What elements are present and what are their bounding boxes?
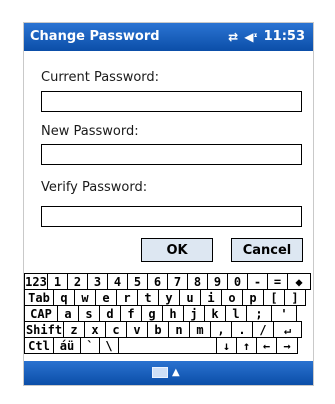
new-password-field[interactable] xyxy=(41,144,302,165)
current-password-label: Current Password: xyxy=(41,70,160,85)
key-e[interactable]: e xyxy=(95,289,117,306)
key-z[interactable]: z xyxy=(63,321,85,338)
key-9[interactable]: 9 xyxy=(207,273,228,290)
key-5[interactable]: 5 xyxy=(127,273,148,290)
key-left-bracket[interactable]: [ xyxy=(263,289,285,306)
key-enter[interactable]: ↵ xyxy=(273,321,302,338)
keyboard-row-3: CAP a s d f g h j k l ; ' xyxy=(24,305,297,322)
status-area: ⇄ ◀ᶦ 11:53 xyxy=(228,29,305,44)
connectivity-arrows-icon[interactable]: ⇄ xyxy=(228,31,238,43)
key-backslash[interactable]: \ xyxy=(99,337,119,354)
key-u[interactable]: u xyxy=(179,289,201,306)
key-g[interactable]: g xyxy=(141,305,163,322)
key-r[interactable]: r xyxy=(116,289,138,306)
on-screen-keyboard: 123 1 2 3 4 5 6 7 8 9 0 - = ◆ Tab q w e … xyxy=(24,273,312,359)
key-caps[interactable]: CAP xyxy=(24,305,58,322)
key-shift[interactable]: Shift xyxy=(24,321,64,338)
key-backtick[interactable]: ` xyxy=(80,337,100,354)
key-a[interactable]: a xyxy=(57,305,79,322)
key-left-arrow[interactable]: ← xyxy=(256,337,277,354)
key-3[interactable]: 3 xyxy=(87,273,108,290)
key-l[interactable]: l xyxy=(225,305,247,322)
speaker-icon[interactable]: ◀ᶦ xyxy=(244,31,257,43)
key-k[interactable]: k xyxy=(204,305,226,322)
verify-password-label: Verify Password: xyxy=(41,180,148,195)
verify-password-field[interactable] xyxy=(41,206,302,227)
cancel-button[interactable]: Cancel xyxy=(231,238,303,262)
key-quote[interactable]: ' xyxy=(271,305,297,322)
key-h[interactable]: h xyxy=(162,305,184,322)
key-v[interactable]: v xyxy=(126,321,148,338)
window-title: Change Password xyxy=(30,29,160,44)
key-m[interactable]: m xyxy=(189,321,211,338)
ok-button[interactable]: OK xyxy=(141,238,213,262)
key-6[interactable]: 6 xyxy=(147,273,168,290)
key-comma[interactable]: , xyxy=(210,321,232,338)
key-f[interactable]: f xyxy=(120,305,142,322)
key-n[interactable]: n xyxy=(168,321,190,338)
key-minus[interactable]: - xyxy=(247,273,268,290)
key-j[interactable]: j xyxy=(183,305,205,322)
key-q[interactable]: q xyxy=(53,289,75,306)
clock[interactable]: 11:53 xyxy=(264,29,305,44)
key-4[interactable]: 4 xyxy=(107,273,128,290)
key-i[interactable]: i xyxy=(200,289,222,306)
current-password-field[interactable] xyxy=(41,91,302,112)
keyboard-row-1: 123 1 2 3 4 5 6 7 8 9 0 - = ◆ xyxy=(24,273,311,290)
key-w[interactable]: w xyxy=(74,289,96,306)
new-password-label: New Password: xyxy=(41,124,139,139)
key-123[interactable]: 123 xyxy=(24,273,48,290)
key-right-arrow[interactable]: → xyxy=(276,337,298,354)
key-s[interactable]: s xyxy=(78,305,100,322)
key-c[interactable]: c xyxy=(105,321,127,338)
key-2[interactable]: 2 xyxy=(67,273,88,290)
key-up-arrow[interactable]: ↑ xyxy=(236,337,257,354)
key-y[interactable]: y xyxy=(158,289,180,306)
key-down-arrow[interactable]: ↓ xyxy=(216,337,237,354)
key-slash[interactable]: / xyxy=(252,321,274,338)
device-screen: Change Password ⇄ ◀ᶦ 11:53 Current Passw… xyxy=(23,22,314,386)
key-p[interactable]: p xyxy=(242,289,264,306)
key-right-bracket[interactable]: ] xyxy=(284,289,306,306)
key-d[interactable]: d xyxy=(99,305,121,322)
keyboard-row-4: Shift z x c v b n m , . / ↵ xyxy=(24,321,302,338)
input-menu-arrow-icon[interactable]: ▲ xyxy=(172,367,180,378)
key-b[interactable]: b xyxy=(147,321,169,338)
key-0[interactable]: 0 xyxy=(227,273,248,290)
keyboard-icon[interactable] xyxy=(152,367,168,378)
key-x[interactable]: x xyxy=(84,321,106,338)
key-8[interactable]: 8 xyxy=(187,273,208,290)
title-bar: Change Password ⇄ ◀ᶦ 11:53 xyxy=(24,23,313,51)
key-space[interactable] xyxy=(118,337,217,354)
key-o[interactable]: o xyxy=(221,289,243,306)
key-7[interactable]: 7 xyxy=(167,273,188,290)
key-tab[interactable]: Tab xyxy=(24,289,54,306)
key-international[interactable]: áü xyxy=(53,337,81,354)
key-1[interactable]: 1 xyxy=(47,273,68,290)
key-ctrl[interactable]: Ctl xyxy=(24,337,54,354)
keyboard-row-2: Tab q w e r t y u i o p [ ] xyxy=(24,289,306,306)
keyboard-row-5: Ctl áü ` \ ↓ ↑ ← → xyxy=(24,337,298,354)
key-backspace[interactable]: ◆ xyxy=(287,273,311,290)
key-period[interactable]: . xyxy=(231,321,253,338)
key-semicolon[interactable]: ; xyxy=(246,305,272,322)
key-equals[interactable]: = xyxy=(267,273,288,290)
key-t[interactable]: t xyxy=(137,289,159,306)
menu-bar: ▲ xyxy=(24,361,313,385)
